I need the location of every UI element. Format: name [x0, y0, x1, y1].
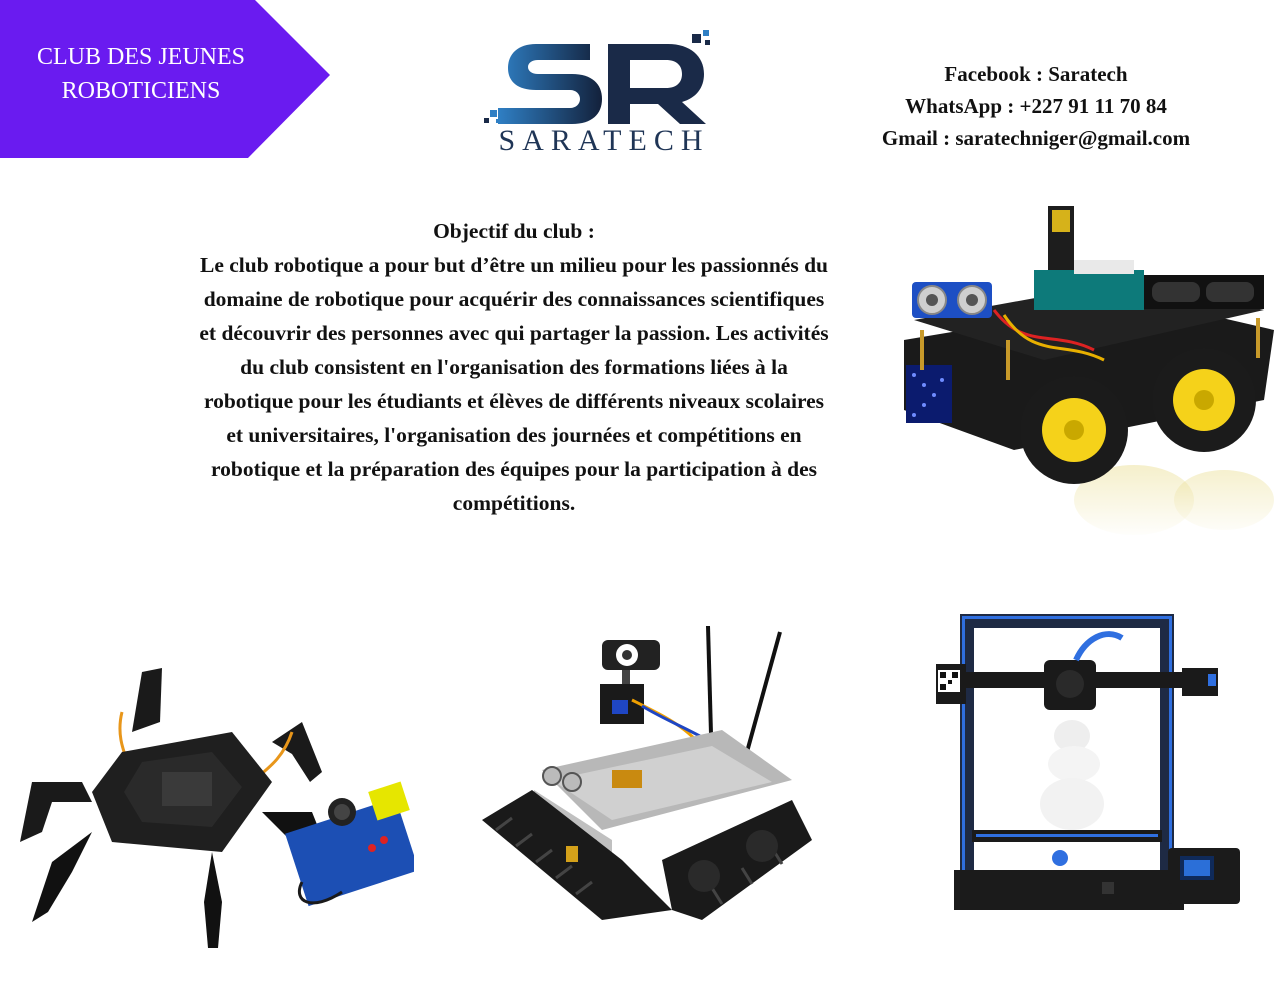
logo-wordmark: SARATECH — [498, 124, 710, 157]
contact-info: Facebook : Saratech WhatsApp : +227 91 1… — [860, 58, 1212, 154]
objective-line: robotique pour les étudiants et élèves d… — [203, 389, 825, 413]
objective-line: domaine de robotique pour acquérir des c… — [203, 287, 825, 311]
club-objective: Objectif du club : Le club robotique a p… — [150, 214, 878, 520]
gmail-contact: Gmail : saratechniger@gmail.com — [881, 126, 1191, 150]
objective-line: compétitions. — [452, 491, 576, 515]
objective-line: et découvrir des personnes avec qui part… — [199, 321, 829, 345]
objective-title: Objectif du club : — [433, 219, 595, 243]
facebook-contact: Facebook : Saratech — [944, 62, 1128, 86]
objective-line: du club consistent en l'organisation des… — [240, 355, 788, 379]
hexapod-spider-robot-image — [12, 662, 419, 948]
club-name-line-2: ROBOTICIENS — [61, 78, 221, 104]
robot-car-kit-image — [894, 200, 1280, 540]
club-banner: CLUB DES JEUNES ROBOTICIENS — [0, 0, 330, 158]
club-name-line-1: CLUB DES JEUNES — [36, 44, 246, 70]
sr-monogram-icon — [484, 30, 710, 124]
3d-printer-image — [926, 608, 1248, 916]
objective-line: robotique et la préparation des équipes … — [210, 457, 818, 481]
objective-line: Le club robotique a pour but d’être un m… — [199, 253, 829, 277]
saratech-logo: SARATECH — [484, 28, 724, 157]
tank-robot-with-camera-image — [472, 620, 818, 954]
objective-line: et universitaires, l'organisation des jo… — [226, 423, 802, 447]
whatsapp-contact: WhatsApp : +227 91 11 70 84 — [905, 94, 1167, 118]
club-name: CLUB DES JEUNES ROBOTICIENS — [0, 40, 282, 108]
